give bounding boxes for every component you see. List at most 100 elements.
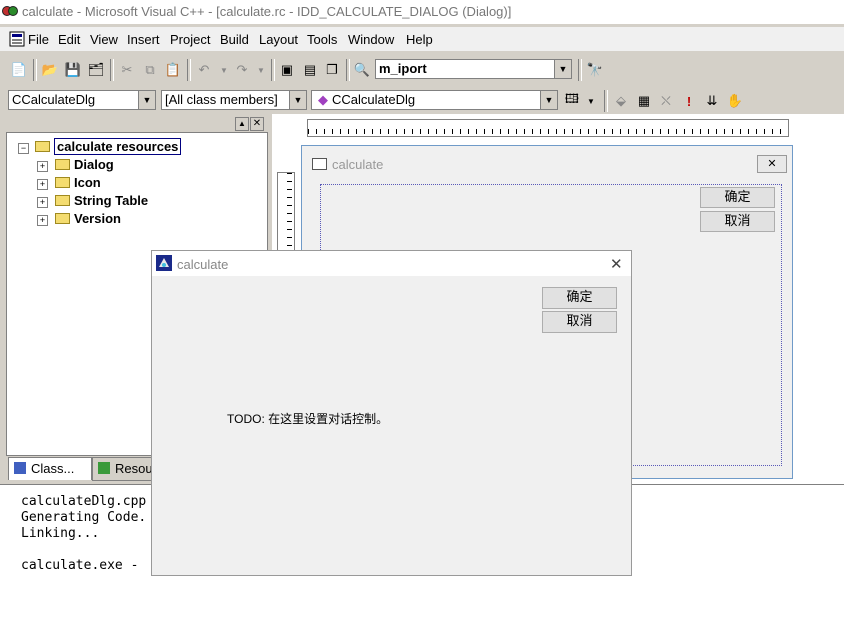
close-icon[interactable]: ✕ bbox=[250, 117, 264, 131]
member-combo[interactable]: ◆ CCalculateDlg ▼ bbox=[311, 90, 558, 110]
toolbar-separator bbox=[578, 59, 582, 81]
tree-folder-label: Dialog bbox=[74, 157, 114, 172]
output-line: Generating Code. bbox=[21, 510, 147, 525]
filter-combo-value: [All class members] bbox=[165, 92, 278, 107]
chevron-down-icon[interactable]: ▼ bbox=[138, 91, 155, 109]
running-dialog[interactable]: calculate ✕ 确定 取消 TODO: 在这里设置对话控制。 bbox=[151, 250, 632, 576]
build-icon[interactable]: ▦ bbox=[634, 91, 654, 111]
member-diamond-icon: ◆ bbox=[318, 92, 328, 107]
output-line: calculate.exe - bbox=[21, 558, 147, 573]
visual-cpp-icon bbox=[2, 6, 18, 16]
menu-help[interactable]: Help bbox=[406, 32, 433, 47]
toolbar-separator bbox=[110, 59, 114, 81]
go-icon[interactable]: ⇊ bbox=[702, 91, 722, 111]
workspace-header: ▲ ✕ bbox=[6, 117, 266, 131]
close-icon[interactable]: ✕ bbox=[610, 255, 623, 273]
tree-folder-icon[interactable]: Icon bbox=[55, 175, 101, 190]
menu-bar: File Edit View Insert Project Build Layo… bbox=[0, 27, 844, 51]
window-list-icon[interactable]: ❐ bbox=[322, 60, 342, 80]
undo-icon[interactable]: ↶ bbox=[194, 60, 214, 80]
menu-build[interactable]: Build bbox=[220, 32, 249, 47]
resource-view-icon bbox=[98, 462, 110, 474]
redo-dropdown-icon[interactable]: ▼ bbox=[251, 60, 271, 80]
save-all-icon[interactable]: 🗂 bbox=[86, 60, 106, 80]
wizard-bar: CCalculateDlg ▼ [All class members] ▼ ◆ … bbox=[0, 87, 844, 115]
output-line: calculateDlg.cpp bbox=[21, 494, 147, 509]
system-menu-icon[interactable] bbox=[9, 31, 25, 47]
paste-icon[interactable]: 📋 bbox=[163, 60, 183, 80]
folder-icon bbox=[55, 177, 70, 188]
tree-folder-label: String Table bbox=[74, 193, 149, 208]
menu-tools[interactable]: Tools bbox=[307, 32, 337, 47]
ok-button[interactable]: 确定 bbox=[542, 287, 617, 309]
cancel-button[interactable]: 取消 bbox=[542, 311, 617, 333]
collapse-icon[interactable]: − bbox=[18, 143, 29, 154]
open-folder-icon bbox=[35, 141, 50, 152]
toolbar-separator bbox=[33, 59, 37, 81]
tree-folder-dialog[interactable]: Dialog bbox=[55, 157, 114, 172]
member-combo-value: CCalculateDlg bbox=[332, 92, 416, 107]
tab-label: Resou bbox=[115, 461, 153, 476]
menu-layout[interactable]: Layout bbox=[259, 32, 298, 47]
tree-folder-label: Version bbox=[74, 211, 121, 226]
expand-icon[interactable]: + bbox=[37, 215, 48, 226]
folder-icon bbox=[55, 195, 70, 206]
redo-icon[interactable]: ↷ bbox=[232, 60, 252, 80]
folder-icon bbox=[55, 159, 70, 170]
find-combo-value: m_iport bbox=[379, 61, 427, 76]
tree-folder-string-table[interactable]: String Table bbox=[55, 193, 148, 208]
execute-icon[interactable]: ! bbox=[679, 91, 699, 111]
menu-insert[interactable]: Insert bbox=[127, 32, 160, 47]
expand-icon[interactable]: + bbox=[37, 179, 48, 190]
menu-edit[interactable]: Edit bbox=[58, 32, 80, 47]
output-line: Linking... bbox=[21, 526, 100, 541]
class-combo-value: CCalculateDlg bbox=[12, 92, 96, 107]
chevron-down-icon[interactable]: ▼ bbox=[540, 91, 557, 109]
wizard-dropdown-icon[interactable]: ▼ bbox=[581, 91, 601, 111]
app-icon bbox=[156, 255, 172, 271]
horizontal-ruler bbox=[307, 119, 789, 137]
workspace-window-icon[interactable]: ▣ bbox=[277, 60, 297, 80]
save-icon[interactable]: 💾 bbox=[63, 60, 83, 80]
open-folder-icon[interactable]: 📂 bbox=[40, 60, 60, 80]
find-in-files-icon[interactable]: 🔍 bbox=[352, 60, 372, 80]
breakpoint-hand-icon[interactable]: ✋ bbox=[725, 91, 745, 111]
new-file-icon[interactable]: 📄 bbox=[9, 60, 29, 80]
todo-static-text: TODO: 在这里设置对话控制。 bbox=[227, 412, 389, 426]
menu-window[interactable]: Window bbox=[348, 32, 394, 47]
toolbar-separator bbox=[271, 59, 275, 81]
output-window-icon[interactable]: ▤ bbox=[300, 60, 320, 80]
app-title: calculate - Microsoft Visual C++ - [calc… bbox=[22, 4, 512, 19]
toolbar-separator bbox=[604, 90, 608, 112]
menu-file[interactable]: File bbox=[28, 32, 49, 47]
compile-icon[interactable]: ⬙ bbox=[611, 91, 631, 111]
close-icon[interactable]: ✕ bbox=[757, 155, 787, 173]
menu-project[interactable]: Project bbox=[170, 32, 210, 47]
chevron-down-icon[interactable]: ▼ bbox=[554, 60, 571, 78]
design-dialog-title-bar: calculate ✕ bbox=[302, 152, 790, 176]
expand-icon[interactable]: + bbox=[37, 197, 48, 208]
design-dialog-title: calculate bbox=[332, 157, 384, 172]
vertical-ruler bbox=[277, 172, 295, 254]
tab-class-view[interactable]: Class... bbox=[8, 457, 92, 480]
chevron-down-icon[interactable]: ▼ bbox=[289, 91, 306, 109]
toolbar-separator bbox=[346, 59, 350, 81]
tree-root[interactable]: calculate resources bbox=[35, 138, 182, 155]
design-cancel-button[interactable]: 取消 bbox=[700, 211, 775, 232]
copy-icon[interactable]: ⧉ bbox=[140, 60, 160, 80]
wizard-action-icon[interactable]: 🖽 bbox=[562, 91, 582, 111]
find-icon[interactable]: 🔭 bbox=[585, 60, 605, 80]
cut-icon[interactable]: ✂ bbox=[117, 60, 137, 80]
class-combo[interactable]: CCalculateDlg ▼ bbox=[8, 90, 156, 110]
design-ok-button[interactable]: 确定 bbox=[700, 187, 775, 208]
find-combo[interactable]: m_iport ▼ bbox=[375, 59, 572, 79]
running-dialog-title-bar: calculate ✕ bbox=[152, 251, 631, 276]
menu-view[interactable]: View bbox=[90, 32, 118, 47]
expand-icon[interactable]: + bbox=[37, 161, 48, 172]
tree-folder-version[interactable]: Version bbox=[55, 211, 121, 226]
filter-combo[interactable]: [All class members] ▼ bbox=[161, 90, 307, 110]
stop-build-icon[interactable]: ⛌ bbox=[656, 91, 676, 111]
class-view-icon bbox=[14, 462, 26, 474]
undo-dropdown-icon[interactable]: ▼ bbox=[214, 60, 234, 80]
maximize-icon[interactable]: ▲ bbox=[235, 117, 249, 131]
